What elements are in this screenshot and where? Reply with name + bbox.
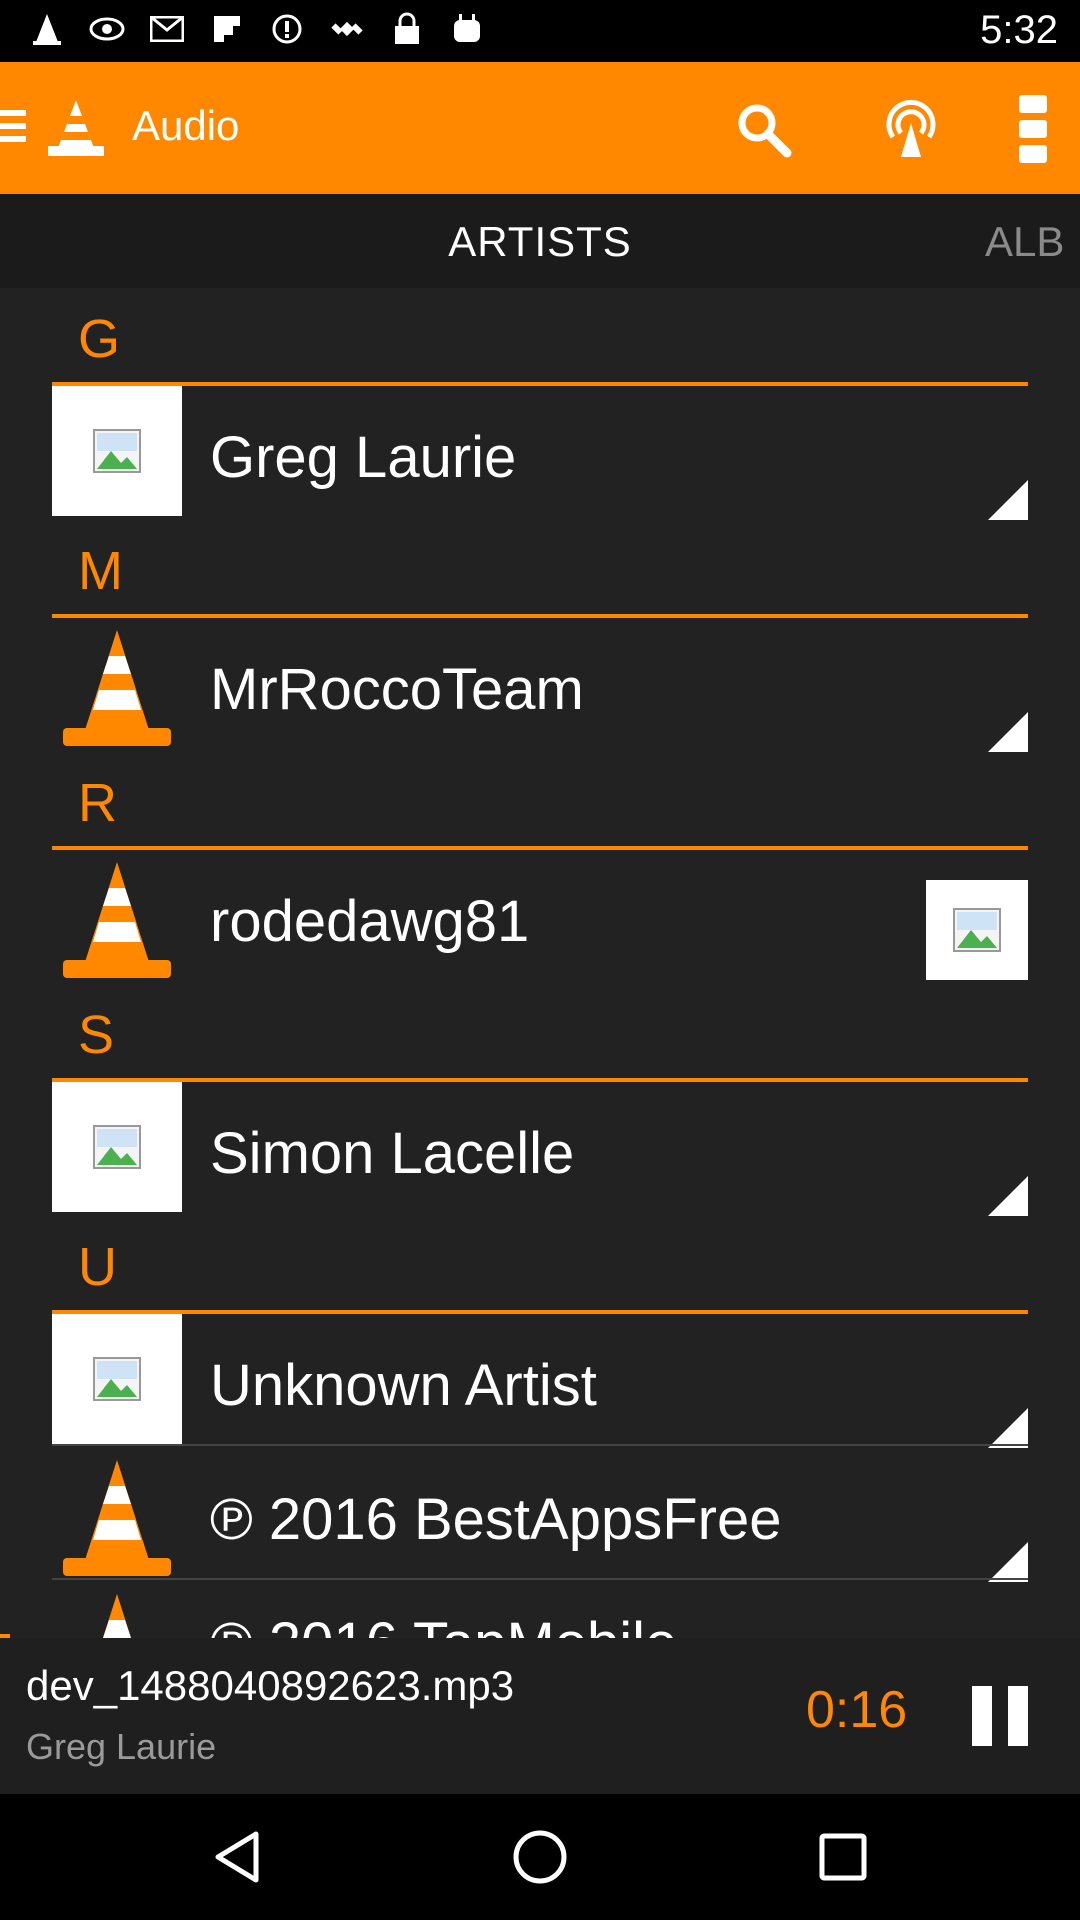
now-playing-title: dev_1488040892623.mp3 xyxy=(26,1662,515,1709)
system-nav-bar xyxy=(0,1794,1080,1920)
expand-icon[interactable] xyxy=(988,480,1028,520)
broken-image-icon xyxy=(52,1314,182,1444)
section-divider xyxy=(52,1310,1028,1314)
vlc-cone-icon xyxy=(52,1582,182,1638)
section-divider xyxy=(52,1078,1028,1082)
overflow-menu-button[interactable] xyxy=(996,92,1070,166)
search-icon xyxy=(738,104,792,158)
search-button[interactable] xyxy=(726,92,800,166)
satellite-icon xyxy=(328,10,366,48)
expand-icon[interactable] xyxy=(988,712,1028,752)
artist-list[interactable]: G Greg Laurie M MrRoccoTeam R rodedawg81 xyxy=(0,288,1080,1638)
status-bar: 5:32 xyxy=(0,0,1080,62)
eye-icon xyxy=(88,10,126,48)
section-header-u: U xyxy=(78,1237,117,1297)
broken-image-icon xyxy=(926,880,1028,980)
tab-albums[interactable]: ALB xyxy=(985,218,1064,266)
more-vert-icon xyxy=(1019,95,1047,163)
expand-icon[interactable] xyxy=(988,1176,1028,1216)
vlc-cone-icon xyxy=(52,618,182,748)
tab-artists[interactable]: ARTISTS xyxy=(0,218,1080,266)
recents-icon xyxy=(819,1833,867,1881)
pause-icon xyxy=(972,1686,992,1746)
playback-time: 0:16 xyxy=(806,1681,908,1739)
section-header-g: G xyxy=(78,309,121,369)
vlc-cone-icon xyxy=(52,1448,182,1578)
alert-icon xyxy=(268,10,306,48)
row-divider xyxy=(52,1444,1028,1446)
flipboard-icon xyxy=(208,10,246,48)
hamburger-menu-icon[interactable] xyxy=(0,110,26,150)
home-icon xyxy=(513,1830,567,1884)
artist-name: rodedawg81 xyxy=(210,889,530,954)
broken-image-icon xyxy=(52,386,182,516)
row-divider xyxy=(52,1578,1028,1580)
section-divider xyxy=(52,614,1028,618)
app-toolbar: Audio xyxy=(0,62,1080,194)
pause-button[interactable] xyxy=(972,1686,1028,1746)
vlc-logo-icon xyxy=(44,96,108,160)
vlc-cone-icon xyxy=(28,10,66,48)
android-icon xyxy=(448,10,486,48)
back-button[interactable] xyxy=(204,1824,270,1890)
mini-player[interactable]: dev_1488040892623.mp3 Greg Laurie 0:16 xyxy=(0,1634,1080,1794)
artist-name: ℗ 2016 BestAppsFree xyxy=(210,1487,782,1552)
section-divider xyxy=(52,382,1028,386)
artist-name: Simon Lacelle xyxy=(210,1121,575,1186)
artist-name: Greg Laurie xyxy=(210,425,517,490)
tab-bar: ARTISTS ALB xyxy=(0,194,1080,288)
artist-name: Unknown Artist xyxy=(210,1353,597,1418)
expand-icon[interactable] xyxy=(988,1408,1028,1448)
recents-button[interactable] xyxy=(810,1824,876,1890)
stream-button[interactable] xyxy=(874,92,948,166)
expand-icon[interactable] xyxy=(988,1542,1028,1582)
section-header-r: R xyxy=(78,773,117,833)
vlc-cone-icon xyxy=(52,850,182,980)
notification-icons xyxy=(28,10,486,48)
lock-icon xyxy=(388,10,426,48)
stream-icon xyxy=(886,99,936,157)
now-playing-artist: Greg Laurie xyxy=(26,1726,217,1767)
home-button[interactable] xyxy=(507,1824,573,1890)
back-icon xyxy=(215,1831,259,1883)
broken-image-icon xyxy=(52,1082,182,1212)
section-header-m: M xyxy=(78,541,123,601)
section-header-s: S xyxy=(78,1005,115,1065)
status-time: 5:32 xyxy=(980,8,1058,52)
mail-icon xyxy=(148,10,186,48)
section-divider xyxy=(52,846,1028,850)
artist-name: ℗ 2016 TapMobile xyxy=(210,1610,677,1638)
artist-name: MrRoccoTeam xyxy=(210,657,584,722)
playback-progress xyxy=(0,1634,10,1638)
page-title: Audio xyxy=(132,102,240,149)
